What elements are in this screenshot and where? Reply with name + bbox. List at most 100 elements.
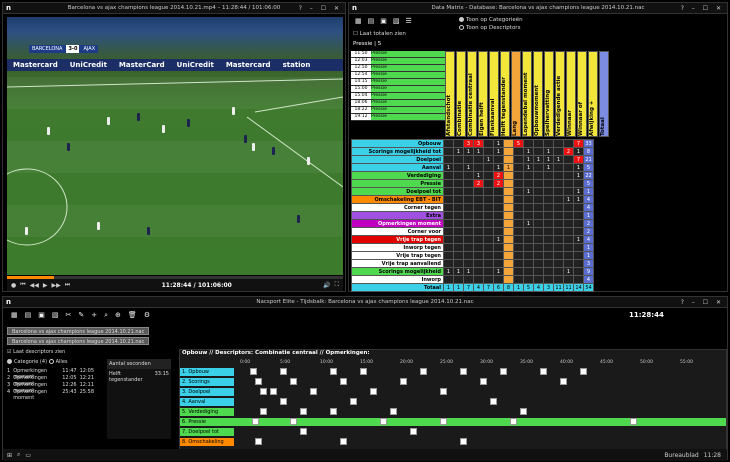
matrix-cell[interactable]: 9	[583, 267, 594, 276]
matrix-cell[interactable]	[543, 243, 554, 252]
matrix-row-label[interactable]: Inworp	[351, 275, 444, 284]
matrix-cell[interactable]	[453, 219, 464, 228]
matrix-cell[interactable]: 2	[583, 219, 594, 228]
matrix-cell[interactable]	[543, 227, 554, 236]
matrix-row-label[interactable]: Scorings mogelijkheid tot	[351, 147, 444, 156]
matrix-cell[interactable]	[443, 171, 454, 180]
matrix-cell[interactable]	[503, 219, 514, 228]
matrix-cell[interactable]	[443, 275, 454, 284]
matrix-cell[interactable]	[473, 211, 484, 220]
matrix-cell[interactable]	[553, 211, 564, 220]
matrix-cell[interactable]	[513, 163, 524, 172]
radio-categories[interactable]: Toon op Categorieën	[459, 17, 523, 23]
matrix-cell[interactable]	[563, 187, 574, 196]
matrix-cell[interactable]	[513, 227, 524, 236]
matrix-cell[interactable]	[473, 275, 484, 284]
matrix-cell[interactable]	[563, 275, 574, 284]
matrix-cell[interactable]	[503, 179, 514, 188]
matrix-cell[interactable]: 1	[463, 163, 474, 172]
matrix-cell[interactable]	[543, 179, 554, 188]
matrix-cell[interactable]	[573, 275, 584, 284]
matrix-cell[interactable]: 1	[573, 187, 584, 196]
matrix-cell[interactable]	[443, 227, 454, 236]
matrix-cell[interactable]	[473, 203, 484, 212]
matrix-cell[interactable]: 1	[573, 147, 584, 156]
matrix-cell[interactable]: 7	[463, 283, 474, 292]
grid-icon[interactable]: ▦	[11, 311, 18, 319]
matrix-cell[interactable]	[563, 203, 574, 212]
fullscreen-icon[interactable]: ⛶	[335, 281, 339, 289]
matrix-cell[interactable]: 1	[463, 147, 474, 156]
matrix-cell[interactable]: 22	[583, 171, 594, 180]
match-video-frame[interactable]: Mastercard UniCredit MasterCard UniCredit Ma…	[7, 17, 343, 275]
matrix-cell[interactable]	[563, 243, 574, 252]
timeline-event[interactable]	[255, 378, 262, 385]
timeline-event[interactable]	[260, 408, 267, 415]
save-icon[interactable]: ▣	[38, 311, 45, 319]
tab-file-1[interactable]: Barcelona vs ajax champions league 2014.…	[7, 327, 150, 335]
matrix-cell[interactable]: 4	[533, 283, 544, 292]
timeline-event[interactable]	[290, 378, 297, 385]
matrix-cell[interactable]: 1	[523, 219, 534, 228]
matrix-cell[interactable]: 1	[483, 155, 494, 164]
matrix-row-label[interactable]: Vrije trap tegen	[351, 251, 444, 260]
matrix-cell[interactable]	[473, 187, 484, 196]
timeline-lane[interactable]: 1. Opbouw	[180, 368, 726, 376]
matrix-cell[interactable]	[483, 251, 494, 260]
window-controls[interactable]: ? – ☐ ✕	[681, 297, 724, 308]
matrix-cell[interactable]	[513, 251, 524, 260]
matrix-cell[interactable]	[543, 275, 554, 284]
matrix-cell[interactable]	[443, 139, 454, 148]
matrix-cell[interactable]	[563, 259, 574, 268]
matrix-cell[interactable]: 8	[503, 283, 514, 292]
matrix-cell[interactable]	[453, 139, 464, 148]
matrix-cell[interactable]	[553, 203, 564, 212]
matrix-cell[interactable]	[563, 139, 574, 148]
image-icon[interactable]: ▧	[393, 17, 400, 25]
matrix-cell[interactable]	[553, 163, 564, 172]
next-icon[interactable]: ⏭	[65, 281, 70, 289]
matrix-cell[interactable]	[553, 259, 564, 268]
matrix-cell[interactable]	[503, 171, 514, 180]
timeline-lane[interactable]: 6. Pressie	[180, 418, 726, 426]
matrix-row-label[interactable]: Scorings mogelijkheid	[351, 267, 444, 276]
matrix-cell[interactable]: 1	[523, 147, 534, 156]
event-list-row[interactable]: 3 Opmerkingen moment 12:26 12:11	[7, 382, 107, 394]
matrix-cell[interactable]	[493, 155, 504, 164]
matrix-cell[interactable]: 1	[583, 211, 594, 220]
matrix-cell[interactable]	[563, 179, 574, 188]
timeline-lane[interactable]: 2. Scorings mogelijkheid	[180, 378, 726, 393]
pen-icon[interactable]: ✎	[78, 311, 84, 319]
matrix-cell[interactable]	[513, 211, 524, 220]
timeline-event[interactable]	[520, 408, 527, 415]
matrix-cell[interactable]	[503, 187, 514, 196]
window-controls[interactable]: ? – ☐ ✕	[299, 3, 342, 14]
timeline-event[interactable]	[380, 418, 387, 425]
matrix-cell[interactable]	[553, 187, 564, 196]
matrix-cell[interactable]: 2	[493, 179, 504, 188]
matrix-cell[interactable]	[523, 227, 534, 236]
timeline-event[interactable]	[350, 398, 357, 405]
matrix-cell[interactable]	[443, 155, 454, 164]
matrix-cell[interactable]	[483, 219, 494, 228]
matrix-cell[interactable]	[463, 155, 474, 164]
matrix-cell[interactable]	[493, 275, 504, 284]
matrix-cell[interactable]: 14	[573, 283, 584, 292]
event-list-row[interactable]: 4 Opmerkingen moment 25:43 25:58	[7, 389, 107, 401]
timeline-event[interactable]	[252, 418, 259, 425]
timeline-event[interactable]	[630, 418, 637, 425]
window-controls[interactable]: ? – ☐ ✕	[681, 3, 724, 14]
export-icon[interactable]: ▤	[368, 17, 375, 25]
event-list-row[interactable]: 2 Opmerkingen moment 12:05 12:21	[7, 375, 107, 387]
matrix-cell[interactable]	[453, 235, 464, 244]
matrix-cell[interactable]: 1	[493, 147, 504, 156]
matrix-cell[interactable]	[503, 155, 514, 164]
matrix-cell[interactable]	[513, 171, 524, 180]
matrix-cell[interactable]	[553, 267, 564, 276]
matrix-cell[interactable]	[443, 243, 454, 252]
matrix-cell[interactable]	[483, 179, 494, 188]
matrix-cell[interactable]: 1	[473, 171, 484, 180]
timeline-lane[interactable]: 8. Omschakeling	[180, 438, 726, 446]
matrix-cell[interactable]: 1	[473, 147, 484, 156]
event-list-row[interactable]: 1 Opmerkingen moment 11:47 12:05	[7, 368, 107, 380]
